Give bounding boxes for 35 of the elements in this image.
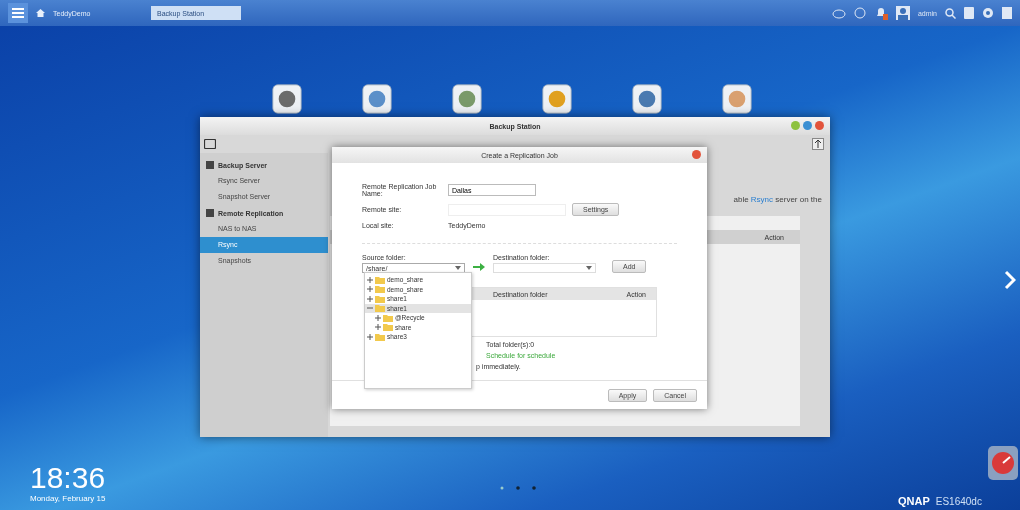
app-icon[interactable] xyxy=(722,84,752,114)
panel-icon[interactable] xyxy=(204,139,216,149)
caret-icon xyxy=(455,266,461,270)
expand-icon[interactable] xyxy=(367,295,373,302)
network-icon xyxy=(206,209,214,217)
app-icon[interactable] xyxy=(452,84,482,114)
description-text: able Rsync server on the xyxy=(733,195,822,204)
maximize-icon[interactable] xyxy=(803,121,812,130)
close-icon[interactable] xyxy=(692,150,701,159)
app-icon[interactable] xyxy=(272,84,302,114)
app-icon[interactable] xyxy=(632,84,662,114)
expand-icon[interactable] xyxy=(375,314,381,321)
model-name: ES1640dc xyxy=(935,496,982,507)
search-icon[interactable] xyxy=(945,7,956,19)
app-icon[interactable] xyxy=(542,84,572,114)
home-icon[interactable] xyxy=(36,9,45,17)
expand-icon[interactable] xyxy=(367,286,373,293)
next-page-icon[interactable] xyxy=(1004,270,1016,290)
upload-icon[interactable] xyxy=(812,138,824,150)
caret-icon xyxy=(586,266,592,270)
settings-icon[interactable] xyxy=(982,7,994,19)
expand-icon[interactable] xyxy=(367,333,373,340)
expand-icon[interactable] xyxy=(375,324,381,331)
brand-logo: QNAP xyxy=(898,495,930,507)
cloud-icon[interactable] xyxy=(831,7,846,19)
clock-date: Monday, February 15 xyxy=(30,494,106,503)
collapse-icon[interactable] xyxy=(367,305,373,312)
menu-icon[interactable] xyxy=(8,3,28,23)
user-icon[interactable] xyxy=(895,6,910,20)
close-icon[interactable] xyxy=(815,121,824,130)
app-icon[interactable] xyxy=(362,84,392,114)
clock-time: 18:36 xyxy=(30,462,106,494)
arrow-icon xyxy=(473,262,485,272)
expand-icon[interactable] xyxy=(367,276,373,283)
server-icon xyxy=(206,161,214,169)
